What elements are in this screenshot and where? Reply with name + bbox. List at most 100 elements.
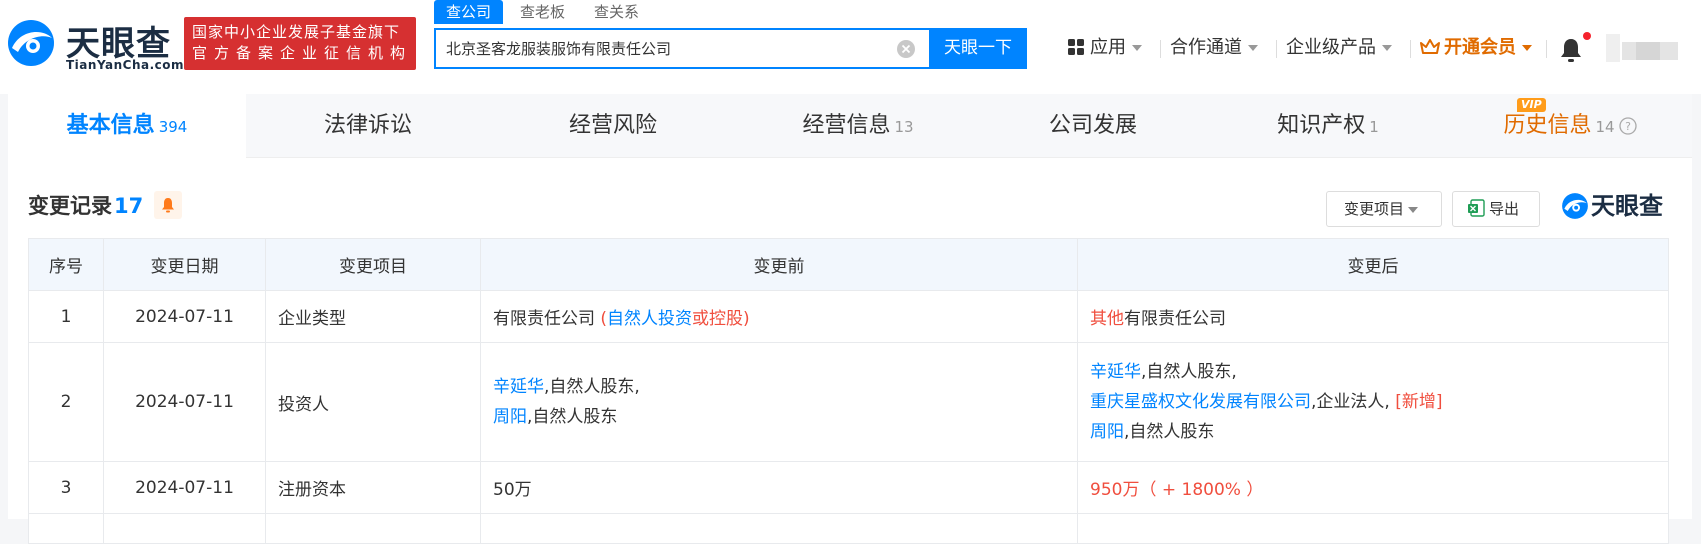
- cell-before: 辛延华,自然人股东, 周阳,自然人股东: [480, 342, 1078, 462]
- question-icon[interactable]: ?: [1618, 117, 1637, 135]
- nav-divider: [1276, 40, 1277, 58]
- investor-line: 重庆星盛权文化发展有限公司,企业法人, [新增]: [1090, 387, 1668, 417]
- tab-label: 法律诉讼: [323, 113, 412, 138]
- tab-label: 历史信息: [1503, 113, 1592, 138]
- tab-label: 知识产权: [1277, 113, 1366, 138]
- investor-link[interactable]: 辛延华: [493, 377, 544, 397]
- avatar[interactable]: [1606, 28, 1678, 68]
- tab-count: 13: [894, 118, 914, 136]
- section-title-label: 变更记录: [28, 194, 112, 218]
- search-input[interactable]: [436, 30, 896, 67]
- nav-vip[interactable]: 开通会员: [1420, 34, 1532, 62]
- search-tab-relation[interactable]: 查关系: [594, 0, 639, 24]
- removed-text: 自然人投资: [607, 309, 693, 329]
- cell-date: 2024-07-11: [103, 461, 266, 514]
- cell-item: 投资人: [265, 342, 481, 462]
- tab-label: 经营风险: [568, 113, 657, 138]
- cell-before: 有限责任公司 (自然人投资或控股): [480, 290, 1078, 343]
- col-header-item: 变更项目: [265, 238, 481, 291]
- tab-ip[interactable]: 知识产权 1: [1208, 94, 1448, 158]
- crown-icon: [1420, 39, 1440, 54]
- tab-operation-info[interactable]: 经营信息 13: [738, 94, 978, 158]
- clear-icon[interactable]: [896, 39, 916, 59]
- table-row: 1 2024-07-11 企业类型 有限责任公司 (自然人投资或控股) 其他有限…: [28, 290, 1669, 343]
- tab-count: 394: [158, 118, 188, 136]
- nav-vip-label: 开通会员: [1444, 37, 1516, 58]
- tab-label: 基本信息: [66, 113, 155, 138]
- col-header-date: 变更日期: [103, 238, 266, 291]
- search-button[interactable]: 天眼一下: [929, 28, 1027, 69]
- cell-no: 1: [28, 290, 104, 343]
- tianyancha-watermark: 天眼查: [1561, 192, 1671, 222]
- subscribe-button[interactable]: [154, 191, 182, 219]
- cell-empty: [1077, 513, 1669, 544]
- tab-basic-info[interactable]: 基本信息 394: [8, 94, 246, 158]
- badge-line-2: 官方备案企业征信机构: [192, 44, 413, 62]
- official-badge: 国家中小企业发展子基金旗下 官方备案企业征信机构: [184, 17, 416, 70]
- col-header-after: 变更后: [1077, 238, 1669, 291]
- investor-role: ,企业法人,: [1311, 392, 1396, 412]
- bell-icon[interactable]: [1559, 37, 1583, 63]
- search-tab-company[interactable]: 查公司: [434, 0, 504, 24]
- tab-label: 经营信息: [802, 113, 891, 138]
- bell-icon: [162, 198, 174, 213]
- after-text: 有限责任公司: [1124, 309, 1226, 329]
- removed-text: 或控股): [692, 309, 750, 329]
- site-logo[interactable]: 天眼查 TianYanCha.com: [6, 16, 184, 72]
- export-button[interactable]: 导出: [1452, 191, 1540, 227]
- change-record-table: 序号 变更日期 变更项目 变更前 变更后 1 2024-07-11 企业类型 有…: [28, 238, 1669, 544]
- search-box: [434, 28, 929, 69]
- cell-empty: [103, 513, 266, 544]
- top-header: 天眼查 TianYanCha.com 国家中小企业发展子基金旗下 官方备案企业征…: [0, 0, 1701, 94]
- investor-link[interactable]: 辛延华: [1090, 362, 1141, 382]
- cell-no: 2: [28, 342, 104, 462]
- investor-link[interactable]: 周阳: [1090, 422, 1124, 442]
- investor-line: 辛延华,自然人股东,: [493, 372, 1077, 402]
- investor-role: ,自然人股东,: [544, 377, 640, 397]
- cell-empty: [480, 513, 1078, 544]
- cell-after: 其他有限责任公司: [1077, 290, 1669, 343]
- chevron-down-icon: [1522, 45, 1532, 51]
- tab-count: 14: [1595, 118, 1615, 136]
- investor-link[interactable]: 重庆星盛权文化发展有限公司: [1090, 392, 1311, 412]
- chevron-down-icon: [1132, 45, 1142, 51]
- tab-legal[interactable]: 法律诉讼: [253, 94, 483, 158]
- table-header-row: 序号 变更日期 变更项目 变更前 变更后: [28, 238, 1669, 291]
- search-tab-boss[interactable]: 查老板: [520, 0, 565, 24]
- cell-no: 3: [28, 461, 104, 514]
- change-item-filter[interactable]: 变更项目: [1326, 191, 1442, 227]
- tab-operation-risk[interactable]: 经营风险: [498, 94, 728, 158]
- nav-divider: [1160, 40, 1161, 58]
- investor-line: 周阳,自然人股东: [493, 402, 1077, 432]
- cell-empty: [28, 513, 104, 544]
- cell-after: 辛延华,自然人股东, 重庆星盛权文化发展有限公司,企业法人, [新增] 周阳 ,自…: [1077, 342, 1669, 462]
- badge-line-1: 国家中小企业发展子基金旗下: [192, 23, 401, 41]
- new-tag: [新增]: [1395, 392, 1443, 412]
- logo-text-en: TianYanCha.com: [66, 58, 185, 72]
- notification-dot: [1583, 32, 1591, 40]
- tab-development[interactable]: 公司发展: [978, 94, 1208, 158]
- nav-partner[interactable]: 合作通道: [1170, 34, 1258, 62]
- nav-partner-label: 合作通道: [1170, 37, 1242, 58]
- vip-tag: VIP: [1517, 98, 1546, 112]
- investor-role: ,自然人股东,: [1141, 362, 1237, 382]
- cell-before: 50万: [480, 461, 1078, 514]
- cell-item: 企业类型: [265, 290, 481, 343]
- table-row: 3 2024-07-11 注册资本 50万 950万（ + 1800% ）: [28, 461, 1669, 514]
- nav-enterprise[interactable]: 企业级产品: [1286, 34, 1392, 62]
- section-count: 17: [114, 194, 144, 218]
- nav-apps[interactable]: 应用: [1068, 34, 1142, 62]
- col-header-before: 变更前: [480, 238, 1078, 291]
- tab-count: 1: [1369, 118, 1379, 136]
- investor-link[interactable]: 周阳: [493, 407, 527, 427]
- tab-history[interactable]: 历史信息 14 ?: [1448, 94, 1692, 158]
- watermark-text: 天眼查: [1591, 192, 1663, 220]
- investor-line: 辛延华,自然人股东,: [1090, 357, 1668, 387]
- nav-enterprise-label: 企业级产品: [1286, 37, 1376, 58]
- investor-role: ,自然人股东: [527, 407, 618, 427]
- svg-text:?: ?: [1625, 120, 1631, 133]
- cell-date: 2024-07-11: [103, 290, 266, 343]
- tab-bar: 基本信息 394 法律诉讼 经营风险 经营信息 13 公司发展 知识产权 1 历史信息…: [8, 94, 1692, 158]
- filter-label: 变更项目: [1344, 200, 1405, 218]
- grid-icon: [1068, 39, 1084, 55]
